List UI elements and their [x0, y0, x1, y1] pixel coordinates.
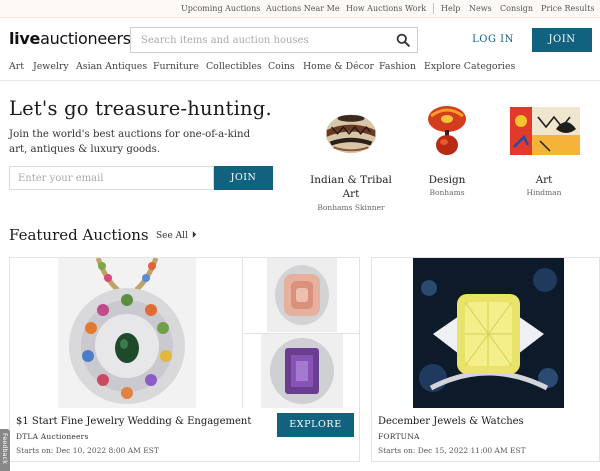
search-input[interactable]: [131, 28, 386, 52]
auction-title: $1 Start Fine Jewelry Wedding & Engageme…: [16, 416, 252, 427]
search-box: [130, 27, 418, 53]
auction-house: FORTUNA: [378, 432, 420, 441]
utility-divider: [433, 3, 434, 14]
category-home-decor[interactable]: Home & Décor: [303, 61, 374, 72]
hero-category-house: Hindman: [526, 188, 562, 197]
category-art[interactable]: Art: [9, 61, 24, 72]
nav-consign[interactable]: Consign: [500, 4, 533, 13]
pendant-image: [58, 258, 196, 408]
nav-upcoming-auctions[interactable]: Upcoming Auctions: [181, 4, 260, 13]
logo[interactable]: liveauctioneers: [9, 29, 131, 48]
hero-title: Let's go treasure-hunting.: [9, 97, 272, 120]
nav-auctions-near-me[interactable]: Auctions Near Me: [266, 4, 340, 13]
utility-bar: Upcoming Auctions Auctions Near Me How A…: [0, 0, 600, 18]
login-button[interactable]: LOG IN: [464, 31, 522, 49]
hero-category-design[interactable]: Design Bonhams: [409, 100, 485, 200]
nav-price-results[interactable]: Price Results: [541, 4, 594, 13]
email-join-button[interactable]: JOIN: [214, 166, 273, 190]
pottery-image: [325, 114, 377, 154]
category-jewelry[interactable]: Jewelry: [33, 61, 69, 72]
logo-bold: live: [9, 29, 41, 48]
see-all-label: See All: [156, 231, 188, 241]
feedback-label: Feedback: [1, 433, 9, 464]
auction-card[interactable]: $1 Start Fine Jewelry Wedding & Engageme…: [9, 257, 360, 462]
auction-start-time: Starts on: Dec 10, 2022 8:00 AM EST: [16, 446, 159, 455]
nav-how-auctions-work[interactable]: How Auctions Work: [346, 4, 426, 13]
yellow-diamond-ring-image: [413, 258, 564, 408]
join-button[interactable]: JOIN: [532, 28, 592, 52]
auction-start-time: Starts on: Dec 15, 2022 11:00 AM EST: [378, 446, 526, 455]
nav-help[interactable]: Help: [441, 4, 460, 13]
email-field[interactable]: [9, 166, 214, 190]
hero-subtitle: Join the world's best auctions for one-o…: [9, 129, 251, 155]
morganite-ring-image: [267, 258, 337, 332]
hero-category-art[interactable]: Art Hindman: [506, 100, 582, 200]
see-all-link[interactable]: See All: [156, 231, 197, 241]
category-coins[interactable]: Coins: [268, 61, 295, 72]
nav-divider: [0, 80, 600, 81]
hero-category-house: Bonhams Skinner: [317, 203, 385, 212]
hero-category-indian-tribal-art[interactable]: Indian & Tribal Art Bonhams Skinner: [305, 100, 397, 215]
hero-category-name: Design: [428, 174, 466, 186]
feedback-tab[interactable]: Feedback: [0, 429, 10, 471]
design-lamp-image: [428, 106, 466, 155]
category-asian-antiques[interactable]: Asian Antiques: [76, 61, 147, 72]
hero-category-name: Art: [535, 174, 553, 186]
category-fashion[interactable]: Fashion: [379, 61, 416, 72]
search-icon[interactable]: [396, 33, 410, 47]
logo-rest: auctioneers: [40, 29, 131, 48]
auction-house: DTLA Auctioneers: [16, 432, 89, 441]
hero-category-house: Bonhams: [429, 188, 465, 197]
category-explore[interactable]: Explore Categories: [424, 61, 515, 72]
amethyst-ring-image: [261, 334, 343, 408]
explore-button[interactable]: EXPLORE: [277, 413, 354, 437]
category-furniture[interactable]: Furniture: [153, 61, 199, 72]
art-print-image: [510, 107, 580, 155]
hero-category-name: Indian & Tribal Art: [310, 174, 392, 200]
auction-card[interactable]: December Jewels & Watches FORTUNA Starts…: [371, 257, 600, 462]
category-collectibles[interactable]: Collectibles: [206, 61, 262, 72]
auction-title: December Jewels & Watches: [378, 416, 524, 427]
nav-news[interactable]: News: [469, 4, 492, 13]
featured-auctions-title: Featured Auctions: [9, 226, 149, 244]
chevron-right-icon: [192, 231, 196, 238]
